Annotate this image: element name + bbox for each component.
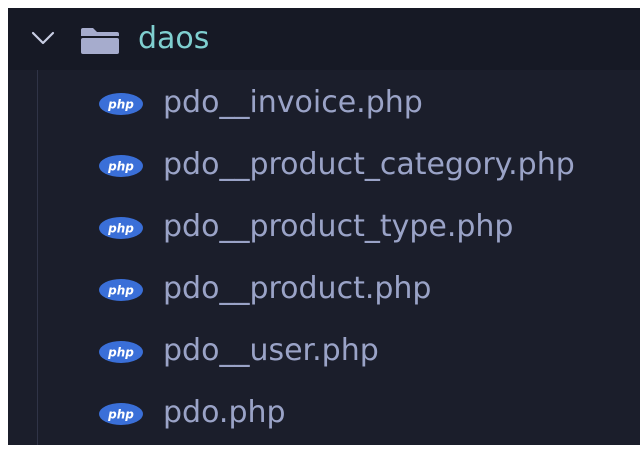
- folder-label: daos: [138, 21, 210, 56]
- file-row[interactable]: php pdo__product.php: [8, 256, 640, 318]
- php-icon: php: [98, 278, 144, 302]
- php-icon: php: [98, 402, 144, 426]
- php-badge-text: php: [107, 346, 134, 360]
- file-name: pdo__product.php: [163, 271, 432, 306]
- file-explorer: daos php pdo__invoice.php php pdo__produ…: [8, 8, 640, 445]
- php-badge-text: php: [107, 408, 134, 422]
- php-icon: php: [98, 216, 144, 240]
- file-row[interactable]: php pdo__product_type.php: [8, 194, 640, 256]
- file-name: pdo__invoice.php: [163, 85, 423, 120]
- file-row[interactable]: php pdo.php: [8, 380, 640, 442]
- folder-icon: [80, 27, 120, 55]
- php-badge-text: php: [107, 160, 134, 174]
- file-row[interactable]: php pdo__user.php: [8, 318, 640, 380]
- file-name: pdo__product_type.php: [163, 209, 514, 244]
- file-name: pdo__product_category.php: [163, 147, 575, 182]
- file-name: pdo.php: [163, 395, 286, 430]
- php-icon: php: [98, 92, 144, 116]
- file-list: php pdo__invoice.php php pdo__product_ca…: [8, 70, 640, 442]
- php-badge-text: php: [107, 222, 134, 236]
- php-badge-text: php: [107, 98, 134, 112]
- folder-row-daos[interactable]: daos: [8, 8, 640, 70]
- php-icon: php: [98, 340, 144, 364]
- file-row[interactable]: php pdo__product_category.php: [8, 132, 640, 194]
- file-row[interactable]: php pdo__invoice.php: [8, 70, 640, 132]
- chevron-down-icon[interactable]: [30, 25, 56, 51]
- php-badge-text: php: [107, 284, 134, 298]
- file-name: pdo__user.php: [163, 333, 379, 368]
- php-icon: php: [98, 154, 144, 178]
